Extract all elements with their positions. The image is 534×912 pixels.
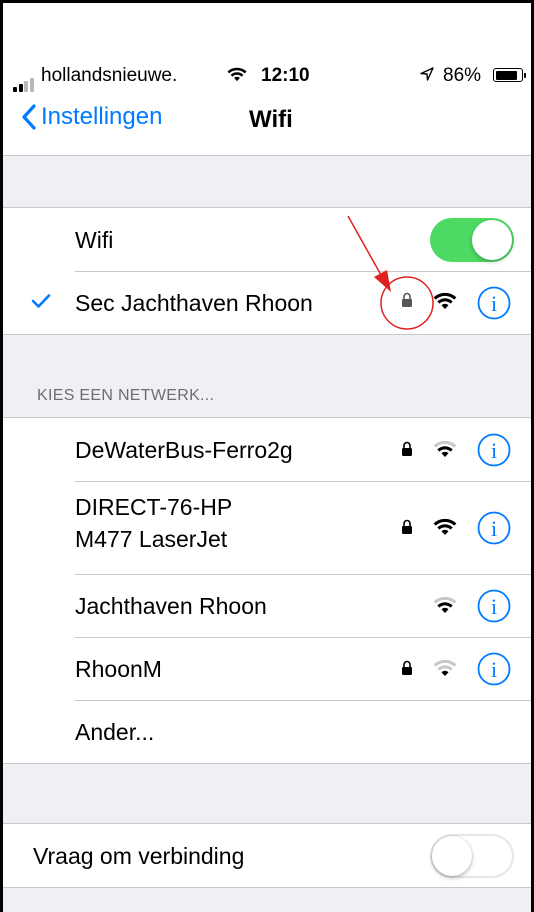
lock-icon [401, 291, 413, 314]
ask-to-join-group: Vraag om verbinding [3, 823, 531, 888]
status-time: 12:10 [261, 65, 310, 86]
ask-to-join-toggle[interactable] [430, 834, 514, 878]
chevron-left-icon [22, 104, 36, 130]
carrier-name: hollandsnieuwe. [41, 65, 178, 86]
network-row[interactable]: DIRECT-76-HP M477 LaserJet i [3, 481, 531, 574]
network-row[interactable]: RhoonM i [3, 637, 531, 700]
network-name-line1: DIRECT-76-HP [75, 494, 233, 520]
wifi-signal-icon [433, 659, 457, 682]
wifi-toggle-row: Wifi [3, 208, 531, 271]
ask-to-join-row: Vraag om verbinding [3, 824, 531, 887]
battery-icon [493, 68, 523, 82]
battery-percentage: 86% [443, 65, 482, 86]
status-wifi-icon [227, 66, 247, 88]
status-bar: hollandsnieuwe. 12:10 86% [13, 65, 526, 92]
networks-section-header: KIES EEN NETWERK... [37, 387, 215, 404]
location-arrow-icon [419, 66, 435, 88]
ask-to-join-label: Vraag om verbinding [33, 843, 245, 869]
info-icon[interactable]: i [477, 589, 511, 628]
svg-text:i: i [491, 594, 497, 619]
connected-network-name: Sec Jachthaven Rhoon [75, 290, 313, 316]
lock-icon [401, 518, 413, 541]
wifi-signal-icon [433, 292, 457, 315]
info-icon[interactable]: i [477, 652, 511, 691]
info-icon[interactable]: i [477, 511, 511, 550]
wifi-toggle[interactable] [430, 218, 514, 262]
wifi-signal-icon [433, 596, 457, 619]
checkmark-icon [31, 293, 51, 314]
other-network-label: Ander... [75, 719, 155, 745]
wifi-signal-icon [433, 518, 457, 541]
networks-group: DeWaterBus-Ferro2g i DIRECT-76-HP M477 La… [3, 417, 531, 764]
network-name-line2: M477 LaserJet [75, 526, 228, 552]
svg-text:i: i [491, 516, 497, 541]
cell-signal-icon [13, 70, 35, 92]
wifi-group: Wifi Sec Jachthaven Rhoon i [3, 207, 531, 335]
battery-fill [495, 70, 517, 80]
info-icon[interactable]: i [477, 286, 511, 325]
back-button-label: Instellingen [41, 103, 163, 130]
other-network-row[interactable]: Ander... [3, 700, 531, 763]
lock-icon [401, 440, 413, 463]
network-name: DIRECT-76-HP M477 LaserJet [75, 491, 232, 555]
info-icon[interactable]: i [477, 433, 511, 472]
svg-text:i: i [491, 657, 497, 682]
svg-text:i: i [491, 291, 497, 316]
page-title: Wifi [249, 106, 293, 133]
svg-text:i: i [491, 438, 497, 463]
battery-cap [524, 73, 526, 78]
network-row[interactable]: Jachthaven Rhoon i [3, 574, 531, 637]
wifi-toggle-label: Wifi [75, 227, 114, 253]
back-button[interactable]: Instellingen [21, 103, 162, 131]
network-name: RhoonM [75, 656, 162, 682]
lock-icon [401, 659, 413, 682]
wifi-signal-icon [433, 440, 457, 463]
navigation-bar: Instellingen Wifi [3, 103, 531, 143]
connected-network-row[interactable]: Sec Jachthaven Rhoon i [3, 271, 531, 334]
network-name: Jachthaven Rhoon [75, 593, 267, 619]
phone-screen: hollandsnieuwe. 12:10 86% Instellingen W… [0, 0, 534, 912]
toggle-knob [472, 220, 512, 260]
toggle-knob [432, 836, 472, 876]
network-name: DeWaterBus-Ferro2g [75, 437, 293, 463]
network-row[interactable]: DeWaterBus-Ferro2g i [3, 418, 531, 481]
